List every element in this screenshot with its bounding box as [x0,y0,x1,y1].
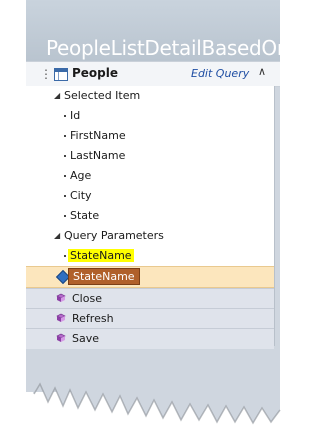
method-icon [56,333,66,342]
chevron-up-icon[interactable]: ∧ [258,65,266,78]
field-item[interactable]: FirstName [26,126,274,146]
entity-header[interactable]: ⋮ People Edit Query ∧ [26,61,280,87]
collapse-triangle-icon[interactable]: ◢ [54,91,60,100]
selected-parameter-label: StateName [68,268,140,285]
selected-item-group[interactable]: ◢ Selected Item [26,86,274,106]
table-icon [54,68,68,81]
edit-query-link[interactable]: Edit Query [191,67,249,80]
bullet-icon [64,195,66,197]
field-label: LastName [70,149,126,162]
data-panel: PeopleListDetailBasedOnSt ⋮ People Edit … [26,0,280,392]
bullet-icon [64,255,66,257]
method-icon [56,313,66,322]
field-label: Id [70,109,81,122]
drag-grip-icon[interactable]: ⋮ [40,67,52,81]
group-label: Query Parameters [64,229,164,242]
field-label: City [70,189,92,202]
title-bar: PeopleListDetailBasedOnSt [26,0,280,61]
command-label: Refresh [72,312,114,325]
field-item[interactable]: LastName [26,146,274,166]
command-item-refresh[interactable]: Refresh [26,308,274,329]
bullet-icon [64,155,66,157]
field-item[interactable]: City [26,186,274,206]
bullet-icon [64,215,66,217]
command-label: Close [72,292,102,305]
parameter-item[interactable]: StateName [26,246,274,266]
entity-title: People [72,66,119,80]
selected-parameter-row[interactable]: StateName [26,266,274,288]
field-label: Age [70,169,92,182]
field-item[interactable]: Age [26,166,274,186]
command-item-save[interactable]: Save [26,328,274,349]
method-icon [56,293,66,302]
bullet-icon [64,135,66,137]
member-tree: ◢ Selected Item Id FirstName LastName Ag… [26,86,275,349]
command-item-close[interactable]: Close [26,288,274,309]
field-item[interactable]: Id [26,106,274,126]
bullet-icon [64,175,66,177]
field-item[interactable]: State [26,206,274,226]
torn-edge-decoration [26,350,281,425]
query-parameters-group[interactable]: ◢ Query Parameters [26,226,274,246]
parameter-label: StateName [68,249,134,262]
bullet-icon [64,115,66,117]
group-label: Selected Item [64,89,141,102]
field-label: State [70,209,100,222]
command-label: Save [72,332,100,345]
field-label: FirstName [70,129,126,142]
window-title: PeopleListDetailBasedOnSt [46,36,280,60]
collapse-triangle-icon[interactable]: ◢ [54,231,60,240]
